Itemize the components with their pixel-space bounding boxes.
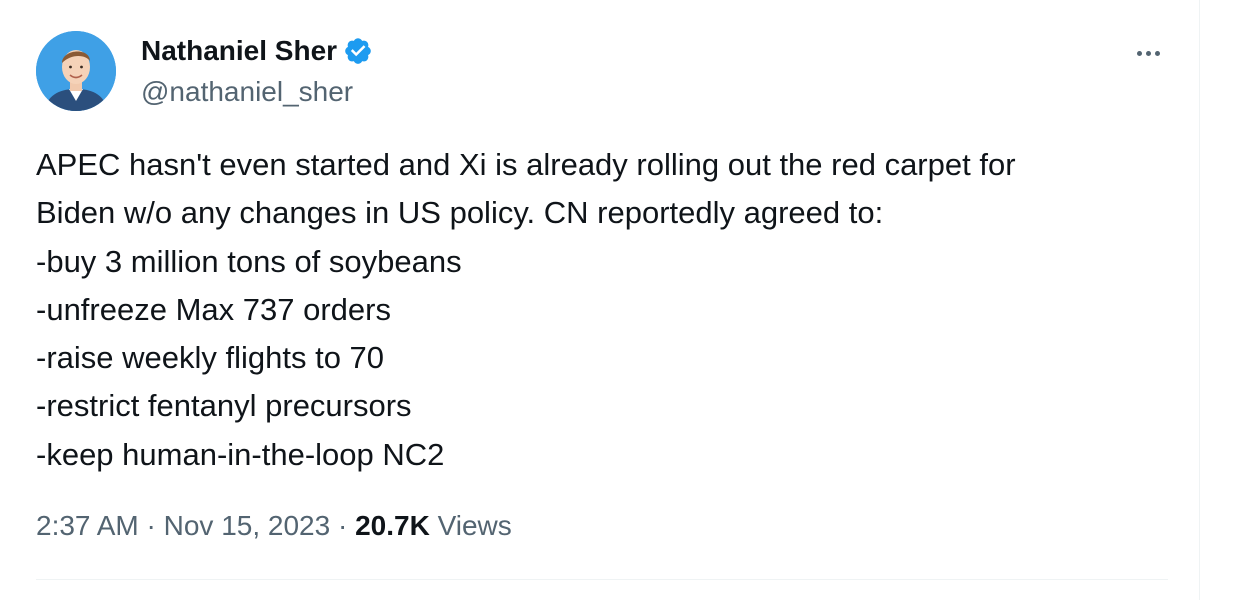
more-options-button[interactable] bbox=[1128, 38, 1168, 68]
tweet-time[interactable]: 2:37 AM bbox=[36, 510, 139, 541]
separator: · bbox=[337, 510, 348, 541]
separator: · bbox=[146, 510, 156, 541]
more-options-icon-dot bbox=[1145, 50, 1151, 56]
tweet-text: APEC hasn't even started and Xi is alrea… bbox=[36, 147, 1016, 472]
author-name[interactable]: Nathaniel Sher bbox=[141, 33, 337, 69]
divider bbox=[36, 579, 1168, 580]
tweet-metadata: 2:37 AM · Nov 15, 2023 · 20.7K Views bbox=[36, 508, 512, 544]
more-options-icon-dot bbox=[1154, 50, 1160, 56]
tweet-card: Nathaniel Sher @nathaniel_sher APEC hasn… bbox=[0, 0, 1200, 600]
avatar[interactable] bbox=[36, 31, 116, 111]
more-options-icon bbox=[1136, 50, 1142, 56]
views-count[interactable]: 20.7K bbox=[355, 510, 430, 541]
avatar-image bbox=[36, 31, 116, 111]
verified-badge-icon bbox=[345, 38, 371, 64]
tweet-date[interactable]: Nov 15, 2023 bbox=[164, 510, 331, 541]
author-handle[interactable]: @nathaniel_sher bbox=[141, 74, 353, 110]
author-name-row[interactable]: Nathaniel Sher bbox=[141, 33, 373, 69]
views-label: Views bbox=[437, 510, 512, 541]
